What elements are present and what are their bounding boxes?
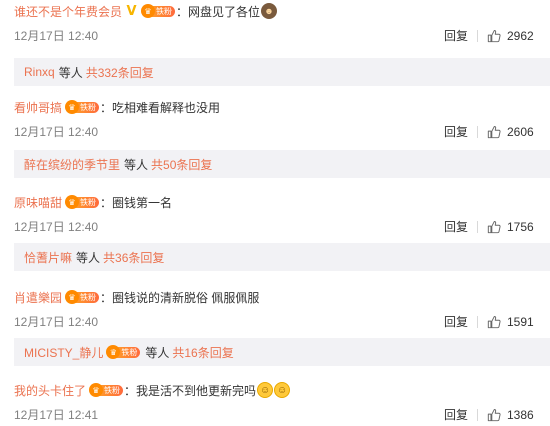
reply-username[interactable]: MICISTY_静儿 <box>24 344 103 361</box>
divider <box>477 316 478 328</box>
fan-badge: ♛ 铁粉 <box>65 195 100 209</box>
replies-total-link[interactable]: 共36条回复 <box>103 249 164 266</box>
comment-line: 看帅哥搞 ♛ 铁粉 ： 吃相难看解释也没用 <box>14 98 220 116</box>
divider <box>477 409 478 421</box>
reply-button[interactable]: 回复 <box>444 407 468 423</box>
like-button[interactable]: 2962 <box>487 28 534 44</box>
divider <box>477 30 478 42</box>
comment-meta: 12月17日 12:40 回复 1756 <box>14 219 544 235</box>
thumbs-up-icon <box>487 30 501 43</box>
reply-button[interactable]: 回复 <box>444 219 468 235</box>
v-badge-icon: V <box>126 3 137 19</box>
fan-badge: ♛ 铁粉 <box>65 100 100 114</box>
divider <box>477 221 478 233</box>
reply-username[interactable]: 恰蓍片嘛 <box>24 249 72 266</box>
colon: ： <box>124 383 137 398</box>
replies-total-link[interactable]: 共332条回复 <box>86 64 154 81</box>
reply-username[interactable]: Rinxq <box>24 65 55 79</box>
crown-icon: ♛ <box>65 290 80 304</box>
replies-summary[interactable]: 醉在缤纷的季节里 等人 共50条回复 <box>14 150 550 178</box>
thumbs-up-icon <box>487 409 501 422</box>
crown-icon: ♛ <box>141 4 156 18</box>
fan-badge: ♛ 铁粉 <box>141 4 176 18</box>
colon: ： <box>100 100 113 115</box>
like-count: 2606 <box>507 125 534 139</box>
comment-meta: 12月17日 12:41 回复 1386 <box>14 407 544 423</box>
replies-summary[interactable]: MICISTY_静儿 ♛ 铁粉 等人 共16条回复 <box>14 338 550 366</box>
comment-username[interactable]: 肖遣樂园 <box>14 289 62 306</box>
thumbs-up-icon <box>487 316 501 329</box>
divider <box>477 126 478 138</box>
colon: ： <box>100 195 113 210</box>
smile-emoji-icon: ☺ <box>257 382 274 398</box>
like-button[interactable]: 2606 <box>487 124 534 140</box>
comment-meta: 12月17日 12:40 回复 2962 <box>14 28 544 44</box>
like-button[interactable]: 1756 <box>487 219 534 235</box>
comment-line: 谁还不是个年费会员 V ♛ 铁粉 ： 网盘见了各位 ☻ <box>14 2 278 20</box>
colon: ： <box>176 4 189 19</box>
meme-emoji-icon: ☻ <box>261 3 278 19</box>
comment-meta: 12月17日 12:40 回复 1591 <box>14 314 544 330</box>
comment-time: 12月17日 12:40 <box>14 125 99 139</box>
crown-icon: ♛ <box>65 100 80 114</box>
like-count: 1756 <box>507 220 534 234</box>
reply-button[interactable]: 回复 <box>444 314 468 330</box>
replies-total-link[interactable]: 共50条回复 <box>151 156 212 173</box>
like-button[interactable]: 1386 <box>487 407 534 423</box>
comment-time: 12月17日 12:40 <box>14 220 99 234</box>
comment-line: 肖遣樂园 ♛ 铁粉 ： 圈钱说的清新脱俗 佩服佩服 <box>14 288 259 306</box>
comment-username[interactable]: 我的头卡住了 <box>14 382 86 399</box>
reply-button[interactable]: 回复 <box>444 124 468 140</box>
colon: ： <box>100 290 113 305</box>
comment-time: 12月17日 12:41 <box>14 408 99 422</box>
replies-etc: 等人 <box>58 65 83 80</box>
comment-text: 我是活不到他更新完吗 <box>136 383 257 398</box>
replies-total-link[interactable]: 共16条回复 <box>172 344 233 361</box>
comment-text: 圈钱说的清新脱俗 佩服佩服 <box>112 290 260 305</box>
replies-etc: 等人 <box>76 250 101 265</box>
reply-button[interactable]: 回复 <box>444 28 468 44</box>
replies-etc: 等人 <box>124 157 149 172</box>
comment-line: 我的头卡住了 ♛ 铁粉 ： 我是活不到他更新完吗 ☺ ☺ <box>14 381 291 399</box>
comment-username[interactable]: 谁还不是个年费会员 <box>14 3 122 20</box>
comment-text: 吃相难看解释也没用 <box>112 100 221 115</box>
comment-line: 原味喵甜 ♛ 铁粉 ： 圈钱第一名 <box>14 193 172 211</box>
like-count: 2962 <box>507 29 534 43</box>
crown-icon: ♛ <box>65 195 80 209</box>
like-count: 1591 <box>507 315 534 329</box>
fan-badge: ♛ 铁粉 <box>65 290 100 304</box>
fan-badge: ♛ 铁粉 <box>89 383 124 397</box>
fan-badge: ♛ 铁粉 <box>106 345 141 359</box>
thumbs-up-icon <box>487 221 501 234</box>
comment-username[interactable]: 原味喵甜 <box>14 194 62 211</box>
comment-time: 12月17日 12:40 <box>14 29 99 43</box>
comment-text: 圈钱第一名 <box>112 195 173 210</box>
like-count: 1386 <box>507 408 534 422</box>
replies-etc: 等人 <box>145 345 170 360</box>
replies-summary[interactable]: 恰蓍片嘛 等人 共36条回复 <box>14 243 550 271</box>
thumbs-up-icon <box>487 126 501 139</box>
replies-summary[interactable]: Rinxq 等人 共332条回复 <box>14 58 550 86</box>
reply-username[interactable]: 醉在缤纷的季节里 <box>24 156 120 173</box>
comment-username[interactable]: 看帅哥搞 <box>14 99 62 116</box>
like-button[interactable]: 1591 <box>487 314 534 330</box>
comment-meta: 12月17日 12:40 回复 2606 <box>14 124 544 140</box>
crown-icon: ♛ <box>89 383 104 397</box>
comment-time: 12月17日 12:40 <box>14 315 99 329</box>
comment-text: 网盘见了各位 <box>188 4 261 19</box>
smile-emoji-icon: ☺ <box>274 382 291 398</box>
